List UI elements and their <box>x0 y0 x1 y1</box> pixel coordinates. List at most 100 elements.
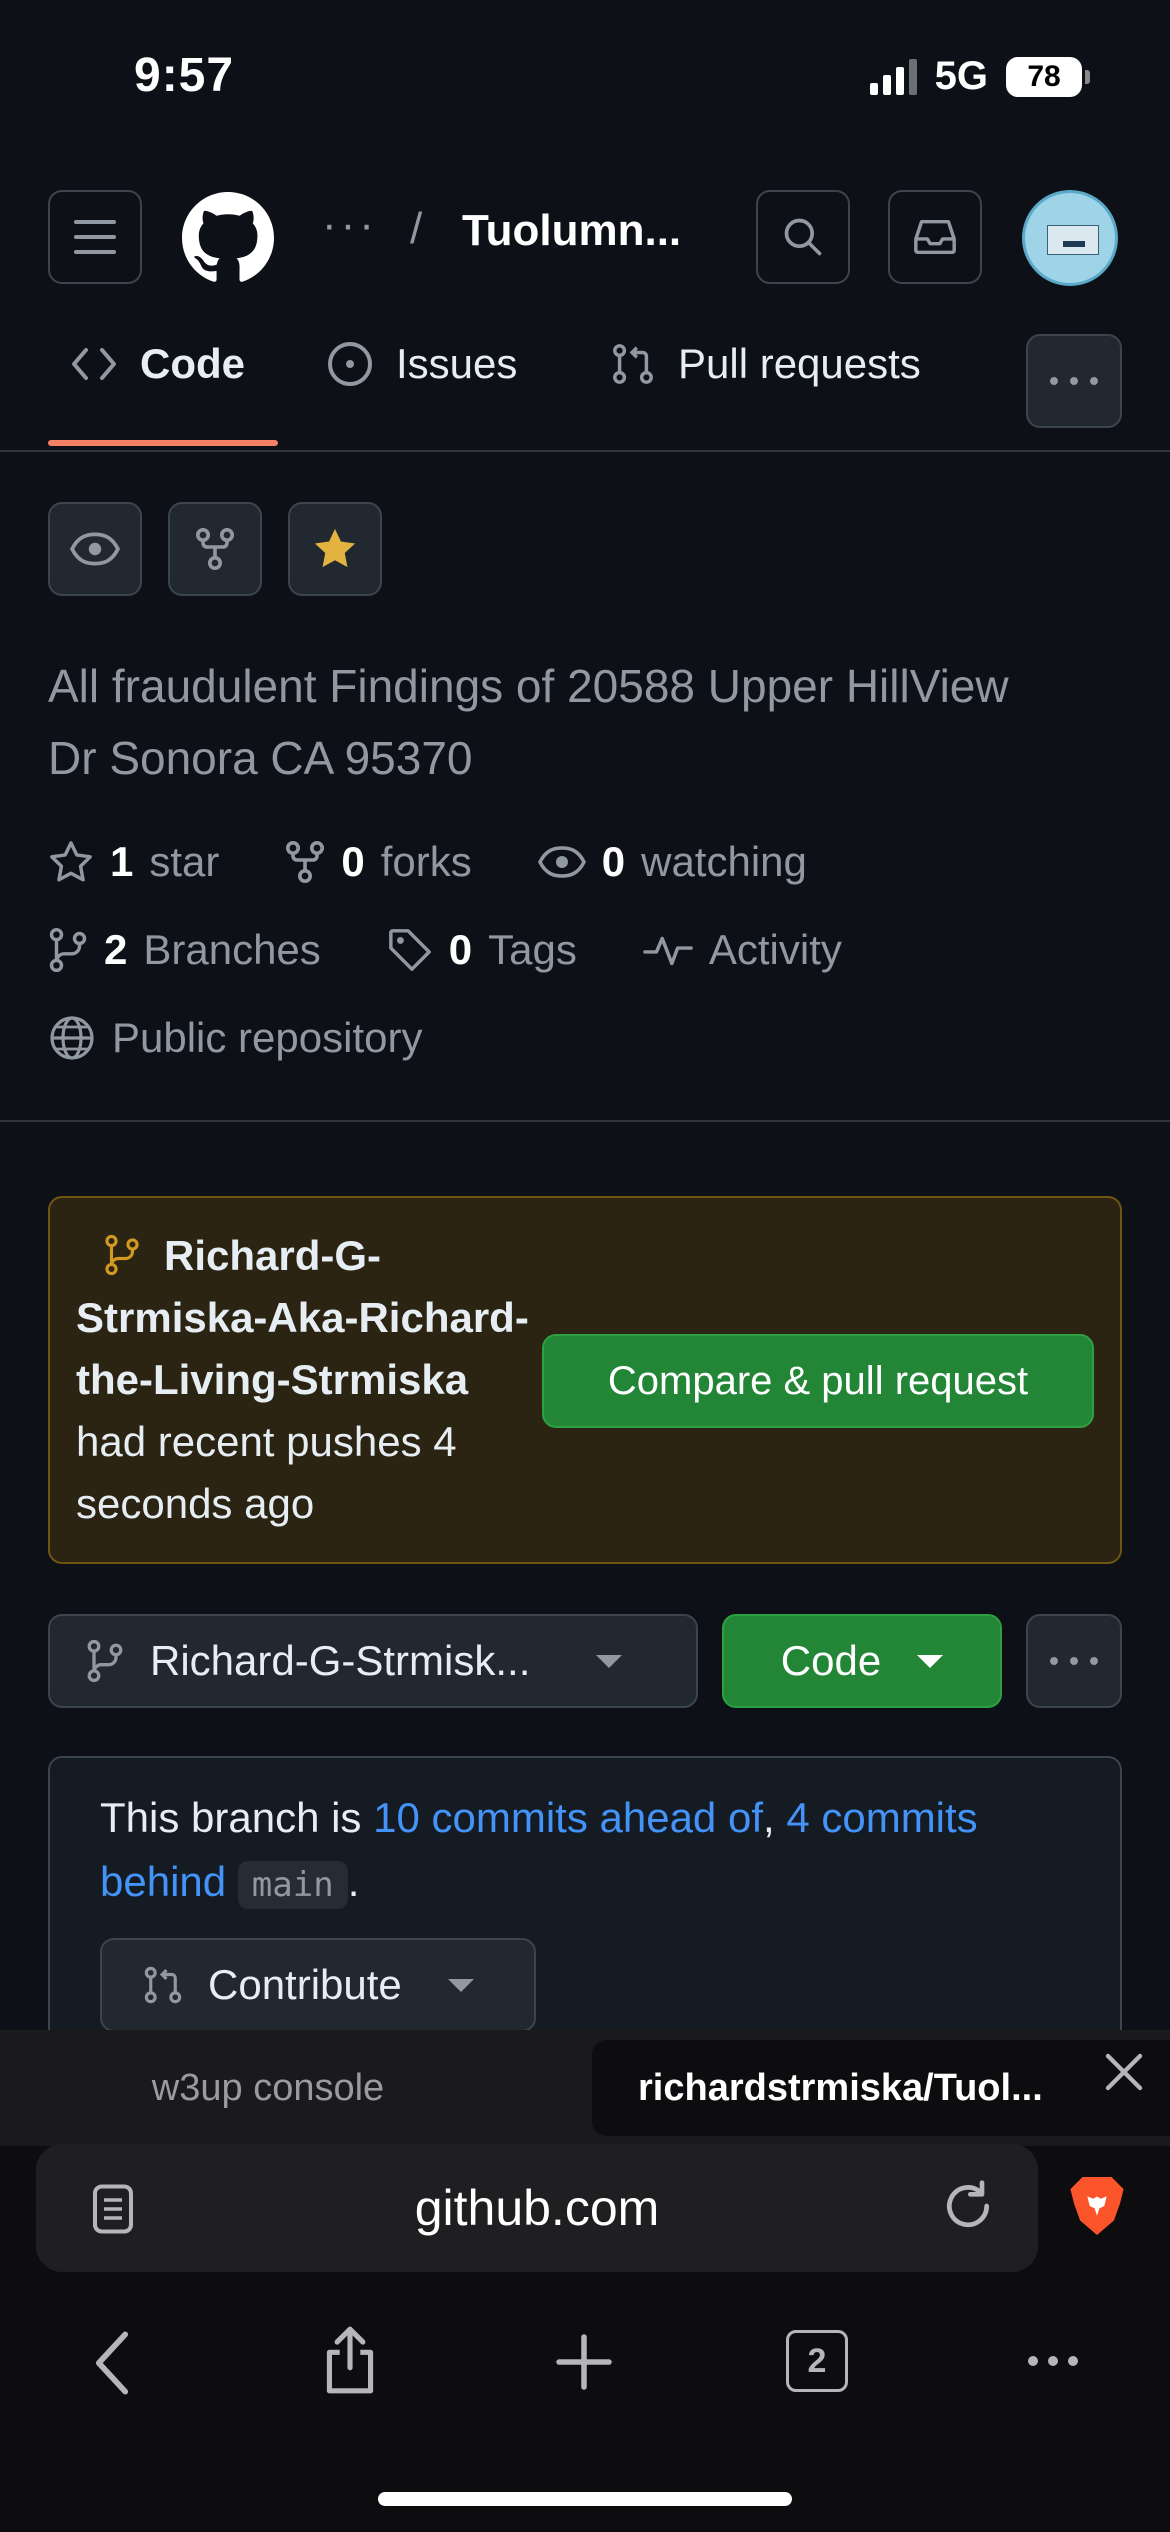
status-time: 9:57 <box>134 49 235 102</box>
compare-prefix: This branch is <box>100 1794 374 1841</box>
selected-branch-label: Richard-G-Strmisk... <box>150 1637 531 1684</box>
stars-link[interactable]: 1 star <box>48 838 219 886</box>
tab-code-label: Code <box>140 340 245 387</box>
breadcrumb-more[interactable]: ··· <box>322 200 378 250</box>
repo-ref-stats: 2 Branches 0 Tags Activity <box>48 926 842 974</box>
avatar[interactable] <box>1022 190 1118 286</box>
share-icon <box>326 2326 374 2394</box>
tabs-overview-button[interactable]: 2 <box>786 2330 848 2392</box>
search-icon <box>784 218 822 256</box>
watchers-link[interactable]: 0 watching <box>537 838 807 886</box>
eye-icon <box>537 846 586 878</box>
breadcrumb-separator: / <box>410 204 423 253</box>
code-dropdown-button[interactable]: Code <box>722 1614 1002 1708</box>
browser-tab-w3up[interactable]: w3up console <box>0 2040 536 2136</box>
contribute-button[interactable]: Contribute <box>100 1938 536 2032</box>
star-icon <box>50 841 92 882</box>
tab-pull-requests[interactable]: Pull requests <box>610 340 921 388</box>
git-branch-icon <box>87 1639 123 1683</box>
repo-forked-icon <box>196 528 234 570</box>
tags-label: Tags <box>488 926 577 973</box>
branches-label: Branches <box>143 926 321 973</box>
compare-pull-request-button[interactable]: Compare & pull request <box>542 1334 1094 1428</box>
tags-link[interactable]: 0 Tags <box>387 926 577 974</box>
kebab-horizontal-icon <box>1050 377 1098 385</box>
commits-ahead-link[interactable]: 10 commits ahead of <box>373 1794 763 1841</box>
globe-icon <box>50 1016 94 1060</box>
repo-social-stats: 1 star 0 forks 0 watching <box>48 838 807 886</box>
git-pull-request-icon <box>613 344 653 384</box>
reload-icon <box>947 2180 990 2228</box>
repo-forked-icon <box>286 841 325 883</box>
base-branch-badge: main <box>237 1861 348 1909</box>
fork-button[interactable] <box>168 502 262 596</box>
cellular-signal-icon <box>869 58 917 95</box>
github-octocat-icon <box>182 192 274 282</box>
share-button[interactable] <box>318 2324 382 2396</box>
plus-icon <box>556 2334 612 2390</box>
push-time-text: had recent pushes 4 seconds ago <box>76 1418 457 1527</box>
tabs-overflow-button[interactable] <box>1026 334 1122 428</box>
browser-tab-active[interactable]: richardstrmiska/Tuol... <box>592 2040 1170 2136</box>
github-logo[interactable] <box>182 192 274 284</box>
reload-button[interactable] <box>940 2178 996 2234</box>
watch-button[interactable] <box>48 502 142 596</box>
watching-count: 0 <box>601 838 626 885</box>
recent-push-message: Richard-G-Strmiska-Aka-Richard-the-Livin… <box>76 1225 546 1535</box>
watching-label: watching <box>641 838 807 885</box>
git-branch-icon <box>49 927 87 973</box>
star-fill-icon <box>314 528 356 568</box>
compare-comma: , <box>762 1794 787 1841</box>
branches-count: 2 <box>104 926 128 973</box>
battery-icon: 78 <box>1006 56 1090 97</box>
repo-title[interactable]: Tuolumn... <box>462 206 681 256</box>
back-button[interactable] <box>90 2330 134 2396</box>
pulse-icon <box>643 936 693 966</box>
url-text[interactable]: github.com <box>36 2144 1038 2272</box>
tab-code[interactable]: Code <box>70 340 245 388</box>
new-tab-button[interactable] <box>554 2332 614 2392</box>
repo-visibility: Public repository <box>48 1014 422 1062</box>
section-divider <box>0 1120 1170 1122</box>
eye-icon <box>70 532 120 566</box>
brave-shields-button[interactable] <box>1068 2174 1126 2238</box>
status-indicators: 5G 78 <box>869 54 1090 99</box>
chevron-down-icon <box>917 1654 944 1668</box>
forks-count: 0 <box>341 838 365 885</box>
menu-button[interactable] <box>48 190 142 284</box>
browser-menu-button[interactable] <box>1026 2354 1080 2368</box>
active-tab-indicator <box>48 440 278 446</box>
inbox-button[interactable] <box>888 190 982 284</box>
compare-suffix: . <box>347 1858 360 1905</box>
close-icon <box>1105 2053 1143 2091</box>
forks-link[interactable]: 0 forks <box>285 838 472 886</box>
star-button[interactable] <box>288 502 382 596</box>
git-branch-icon <box>105 1234 139 1276</box>
branch-selector[interactable]: Richard-G-Strmisk... <box>48 1614 698 1708</box>
activity-link[interactable]: Activity <box>643 926 842 974</box>
inbox-icon <box>914 219 956 255</box>
forks-label: forks <box>380 838 472 885</box>
search-button[interactable] <box>756 190 850 284</box>
git-pull-request-icon <box>144 1966 182 2004</box>
tag-icon <box>388 929 431 971</box>
chevron-left-icon <box>95 2331 129 2395</box>
close-tab-button[interactable] <box>1104 2052 1144 2092</box>
kebab-horizontal-icon <box>1050 1657 1098 1665</box>
hamburger-icon <box>74 220 116 254</box>
brave-lion-icon <box>1070 2177 1124 2235</box>
more-actions-button[interactable] <box>1026 1614 1122 1708</box>
tab-issues-label: Issues <box>396 340 518 387</box>
code-icon <box>72 348 116 380</box>
battery-level: 78 <box>1006 56 1082 97</box>
home-indicator <box>378 2492 792 2506</box>
repo-description: All fraudulent Findings of 20588 Upper H… <box>48 660 1009 784</box>
tags-count: 0 <box>448 926 473 973</box>
issue-opened-icon <box>328 342 372 386</box>
activity-label: Activity <box>708 926 842 973</box>
pushed-branch-name[interactable]: Richard-G-Strmiska-Aka-Richard-the-Livin… <box>76 1232 529 1403</box>
branches-link[interactable]: 2 Branches <box>48 926 321 974</box>
chevron-down-icon <box>447 1978 474 1992</box>
tab-issues[interactable]: Issues <box>326 340 517 388</box>
network-type: 5G <box>934 54 988 98</box>
